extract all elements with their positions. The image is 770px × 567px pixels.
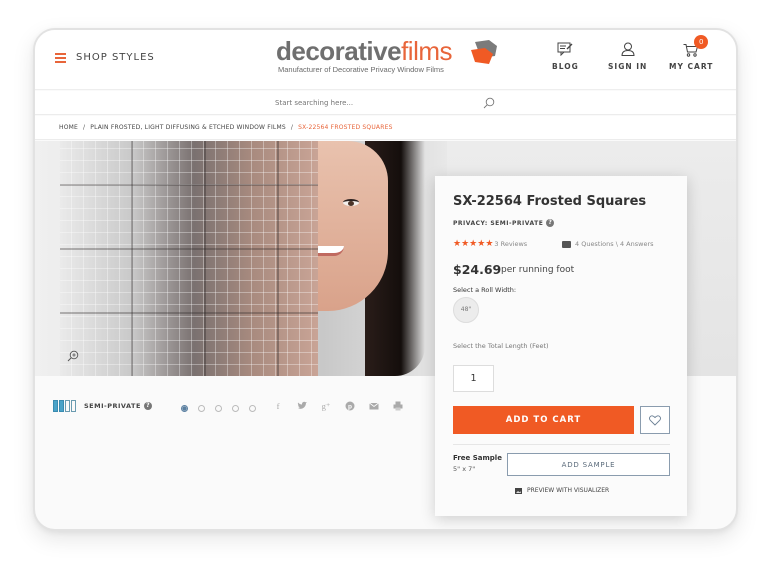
search-bar bbox=[35, 91, 736, 115]
questions-label: 4 Questions \ 4 Answers bbox=[575, 240, 654, 248]
gallery-dot[interactable] bbox=[215, 405, 222, 412]
heart-icon bbox=[649, 414, 661, 426]
product-privacy-label: PRIVACY: SEMI-PRIVATE bbox=[453, 219, 544, 227]
help-icon[interactable]: ? bbox=[546, 219, 555, 227]
star-icon: ★ bbox=[477, 239, 486, 249]
share-icons: f g⁺ p bbox=[273, 401, 403, 411]
site-logo[interactable]: decorativefilms Manufacturer of Decorati… bbox=[276, 38, 501, 78]
roll-width-option[interactable]: 48" bbox=[453, 297, 479, 323]
frosted-grid-lines bbox=[60, 141, 318, 376]
product-price: $24.69 bbox=[453, 262, 502, 277]
hamburger-icon bbox=[55, 53, 66, 63]
nav-sign-in-label: SIGN IN bbox=[608, 62, 648, 71]
site-header: SHOP STYLES decorativefilms Manufacturer… bbox=[35, 30, 736, 90]
roll-width-label: Select a Roll Width: bbox=[453, 286, 517, 294]
breadcrumb-current: SX-22564 FROSTED SQUARES bbox=[298, 124, 393, 131]
product-image[interactable] bbox=[35, 141, 447, 376]
star-icon: ★ bbox=[485, 239, 494, 249]
rating: ★ ★ ★ ★ ★ 3 Reviews bbox=[453, 239, 527, 249]
free-sample-title: Free Sample bbox=[453, 454, 502, 462]
breadcrumb: HOME / PLAIN FROSTED, LIGHT DIFFUSING & … bbox=[35, 116, 736, 140]
help-icon[interactable]: ? bbox=[143, 402, 152, 410]
logo-brand-part1: decorative bbox=[276, 36, 402, 66]
breadcrumb-separator: / bbox=[290, 124, 294, 131]
price-unit: per running foot bbox=[501, 265, 575, 275]
pinterest-icon[interactable]: p bbox=[345, 401, 355, 411]
quantity-input[interactable] bbox=[453, 365, 494, 392]
free-sample-size: 5" x 7" bbox=[453, 465, 476, 473]
eye-shape bbox=[343, 199, 359, 206]
privacy-bar-empty bbox=[71, 400, 76, 412]
google-plus-icon[interactable]: g⁺ bbox=[321, 401, 331, 411]
gallery-dot-active[interactable] bbox=[181, 405, 188, 412]
zoom-in-icon[interactable] bbox=[67, 350, 79, 362]
reviews-link[interactable]: 3 Reviews bbox=[494, 240, 527, 248]
length-label: Select the Total Length (Feet) bbox=[453, 342, 549, 350]
privacy-bar-filled bbox=[59, 400, 64, 412]
star-icon: ★ bbox=[469, 239, 478, 249]
privacy-level-bars bbox=[53, 400, 76, 412]
browser-frame: SHOP STYLES decorativefilms Manufacturer… bbox=[33, 28, 738, 531]
wishlist-button[interactable] bbox=[640, 406, 670, 434]
product-title: SX-22564 Frosted Squares bbox=[453, 194, 647, 209]
preview-visualizer-link[interactable]: PREVIEW WITH VISUALIZER bbox=[515, 487, 609, 494]
blog-icon bbox=[557, 42, 573, 56]
nav-cart[interactable]: 0 MY CART bbox=[669, 35, 714, 71]
facebook-icon[interactable]: f bbox=[273, 401, 283, 411]
privacy-bar-empty bbox=[65, 400, 70, 412]
cart-icon-wrap: 0 bbox=[683, 35, 709, 57]
chat-bubbles-icon bbox=[562, 240, 571, 248]
add-to-cart-button[interactable]: ADD TO CART bbox=[453, 406, 634, 434]
breadcrumb-separator: / bbox=[83, 124, 86, 131]
twitter-icon[interactable] bbox=[297, 401, 307, 411]
preview-visualizer-label: PREVIEW WITH VISUALIZER bbox=[527, 487, 610, 494]
nav-cart-label: MY CART bbox=[669, 62, 714, 71]
user-icon bbox=[621, 42, 635, 56]
nav-blog[interactable]: BLOG bbox=[552, 42, 579, 71]
gallery-pagination bbox=[181, 405, 256, 412]
shop-styles-menu[interactable]: SHOP STYLES bbox=[55, 52, 155, 63]
gallery-dot[interactable] bbox=[198, 405, 205, 412]
search-icon[interactable] bbox=[483, 97, 495, 109]
questions-link[interactable]: 4 Questions \ 4 Answers bbox=[562, 240, 654, 248]
nav-blog-label: BLOG bbox=[552, 62, 579, 71]
product-card: SX-22564 Frosted Squares PRIVACY: SEMI-P… bbox=[435, 176, 687, 516]
print-icon[interactable] bbox=[393, 401, 403, 411]
logo-tagline: Manufacturer of Decorative Privacy Windo… bbox=[278, 65, 444, 74]
star-icon: ★ bbox=[461, 239, 470, 249]
breadcrumb-category[interactable]: PLAIN FROSTED, LIGHT DIFFUSING & ETCHED … bbox=[90, 124, 286, 131]
shop-styles-label: SHOP STYLES bbox=[76, 52, 155, 63]
cart-count-badge: 0 bbox=[694, 35, 709, 49]
logo-brand-part2: films bbox=[401, 36, 453, 66]
email-icon[interactable] bbox=[369, 401, 379, 411]
privacy-indicator: SEMI-PRIVATE ? bbox=[53, 400, 152, 412]
image-icon bbox=[515, 487, 522, 494]
film-roll-logo-icon bbox=[471, 40, 497, 64]
gallery-dot[interactable] bbox=[249, 405, 256, 412]
privacy-bar-filled bbox=[53, 400, 58, 412]
gallery-dot[interactable] bbox=[232, 405, 239, 412]
star-icon: ★ bbox=[453, 239, 462, 249]
breadcrumb-home[interactable]: HOME bbox=[59, 124, 78, 131]
product-privacy: PRIVACY: SEMI-PRIVATE ? bbox=[453, 219, 555, 227]
privacy-label: SEMI-PRIVATE bbox=[84, 402, 141, 410]
add-sample-button[interactable]: ADD SAMPLE bbox=[507, 453, 670, 476]
nav-sign-in[interactable]: SIGN IN bbox=[608, 42, 647, 71]
svg-text:p: p bbox=[348, 403, 352, 410]
divider bbox=[453, 444, 670, 445]
search-input[interactable] bbox=[275, 94, 495, 112]
